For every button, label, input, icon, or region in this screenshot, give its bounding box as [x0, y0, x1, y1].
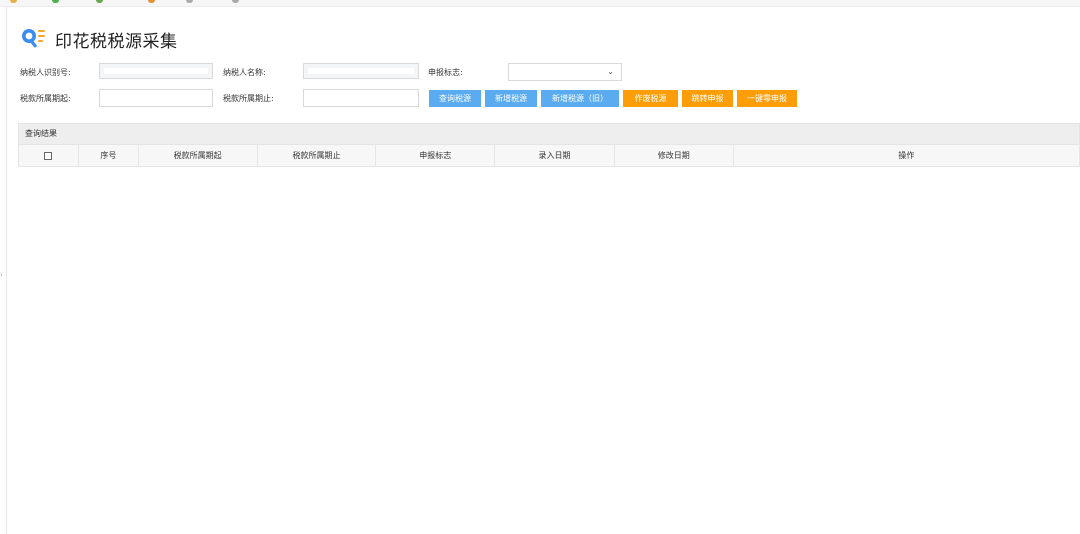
results-header: 查询结果 [18, 123, 1080, 145]
add-source-button[interactable]: 新增税源 [485, 90, 537, 107]
add-source-old-button[interactable]: 新增税源（旧） [541, 90, 619, 107]
page-title: 印花税税源采集 [55, 31, 178, 52]
toolbar-icon-1[interactable] [10, 0, 17, 3]
column-header: 序号 [79, 145, 139, 166]
column-header: 申报标志 [376, 145, 496, 166]
select-all-checkbox[interactable] [44, 151, 53, 160]
period-start-label: 税款所属期起: [20, 94, 71, 103]
taxpayer-id-label: 纳税人识别号: [20, 68, 71, 77]
results-table-header: 序号 税款所属期起 税款所属期止 申报标志 录入日期 修改日期 操作 [18, 145, 1080, 167]
search-list-icon [20, 25, 48, 53]
column-header: 操作 [898, 151, 915, 160]
one-click-zero-declare-button[interactable]: 一键零申报 [737, 90, 797, 107]
results-panel: 查询结果 序号 税款所属期起 税款所属期止 申报标志 录入日期 修改日期 操作 [18, 123, 1080, 167]
column-header: 税款所属期止 [258, 145, 377, 166]
toolbar-icon-3[interactable] [96, 0, 103, 3]
toolbar-icon-2[interactable] [52, 0, 59, 3]
toolbar-icon-5[interactable] [186, 0, 193, 3]
taxpayer-name-label: 纳税人名称: [223, 68, 266, 77]
period-end-input[interactable] [303, 89, 419, 107]
jump-declare-button[interactable]: 跳转申报 [682, 90, 733, 107]
query-source-button[interactable]: 查询税源 [429, 90, 481, 107]
column-header: 修改日期 [615, 145, 734, 166]
chevron-down-icon: ⌄ [607, 67, 614, 76]
select-all-column [19, 145, 79, 166]
taxpayer-id-input[interactable] [99, 63, 213, 79]
column-header: 税款所属期起 [139, 145, 258, 166]
results-title: 查询结果 [25, 129, 57, 138]
declare-flag-select[interactable]: ⌄ [508, 63, 622, 81]
left-panel-border [6, 7, 7, 534]
taxpayer-name-input[interactable] [303, 63, 419, 79]
column-header: 录入日期 [495, 145, 615, 166]
browser-toolbar-strip [0, 0, 1080, 7]
period-end-label: 税款所属期止: [223, 94, 274, 103]
page-header: 印花税税源采集 [20, 24, 178, 54]
toolbar-icon-6[interactable] [232, 0, 239, 3]
period-start-input[interactable] [99, 89, 213, 107]
toolbar-icon-4[interactable] [148, 0, 155, 3]
void-source-button[interactable]: 作废税源 [623, 90, 678, 107]
declare-flag-label: 申报标志: [428, 68, 463, 77]
collapse-arrow-icon[interactable]: › [0, 271, 3, 279]
